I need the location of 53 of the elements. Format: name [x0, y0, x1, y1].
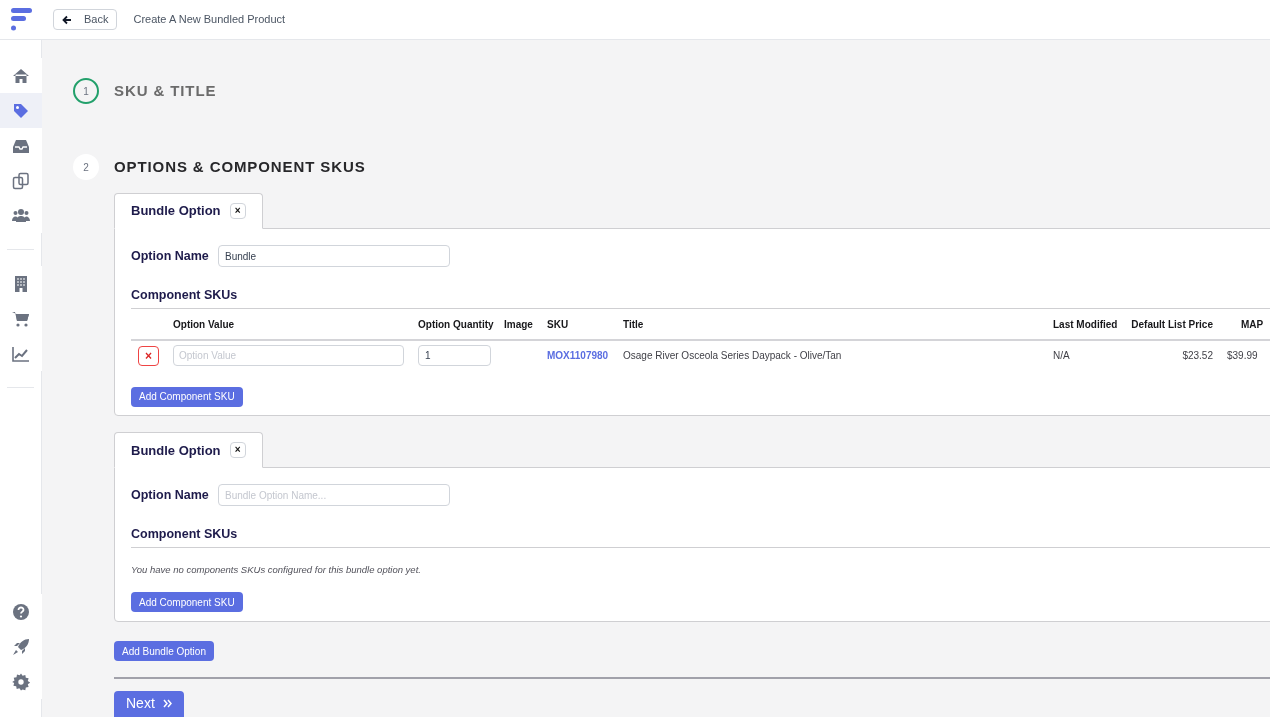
option-tab[interactable]: Bundle Option ×	[114, 432, 263, 469]
users-icon	[12, 206, 30, 225]
sku-link[interactable]: MOX1107980	[547, 348, 609, 364]
column-header: Image	[504, 317, 534, 332]
add-bundle-option-button[interactable]: Add Bundle Option	[114, 641, 214, 662]
column-header: Default List Price	[1130, 317, 1214, 332]
close-button[interactable]: ×	[229, 203, 246, 219]
empty-message: You have no components SKUs configured for this bundle option yet.	[131, 563, 422, 577]
step-title: SKU & TITLE	[114, 80, 217, 101]
copy-icon	[12, 171, 30, 190]
section-heading: Component SKUs	[131, 286, 1270, 309]
building-icon	[12, 274, 30, 293]
line-chart-icon	[12, 344, 30, 363]
table-cell-text: $23.52	[1182, 349, 1213, 364]
option-tab[interactable]: Bundle Option ×	[114, 193, 263, 229]
column-header: MAP	[1240, 317, 1265, 332]
column-header: Title	[623, 317, 645, 332]
column-header: Option Value	[173, 317, 236, 332]
table-cell-text: $39.99	[1227, 349, 1258, 364]
step-title: OPTIONS & COMPONENT SKUS	[114, 156, 366, 177]
add-component-button[interactable]: Add Component SKU	[131, 386, 243, 407]
tag-icon	[12, 101, 30, 120]
section-heading: Component SKUs	[131, 525, 1270, 548]
column-header: Last Modified	[1053, 317, 1119, 332]
option-name-field[interactable]: Bundle Option Name...	[218, 484, 450, 507]
home-icon	[12, 66, 30, 85]
tab-label: Bundle Option	[131, 441, 221, 460]
double-chevron-right-icon	[162, 699, 172, 709]
table-cell-text: Osage River Osceola Series Daypack - Olive/Tan	[623, 349, 842, 364]
help-icon	[12, 602, 30, 621]
field-label: Option Name	[131, 486, 210, 504]
arrow-left-icon	[62, 14, 72, 25]
quantity-field[interactable]: 1	[418, 345, 491, 367]
column-header: SKU	[547, 317, 570, 332]
option-name-field[interactable]: Bundle	[218, 245, 450, 267]
option-value-field[interactable]: Option Value	[173, 345, 404, 367]
back-button[interactable]: Back	[53, 9, 118, 30]
close-button[interactable]: ×	[229, 442, 246, 459]
add-component-button[interactable]: Add Component SKU	[131, 592, 243, 613]
settings-icon	[12, 672, 30, 691]
cart-icon	[12, 309, 30, 328]
column-header: Option Quantity	[418, 317, 495, 332]
step-number: 1	[73, 78, 99, 104]
remove-button[interactable]: ×	[138, 345, 159, 366]
rocket-icon	[12, 637, 30, 656]
table-cell-text: N/A	[1053, 349, 1070, 364]
next-button[interactable]: Next	[114, 690, 184, 717]
tab-label: Bundle Option	[131, 202, 221, 221]
field-label: Option Name	[131, 247, 210, 265]
step-number: 2	[73, 154, 99, 180]
sidebar-item[interactable]	[0, 93, 42, 128]
page-title: Create A New Bundled Product	[133, 12, 286, 28]
logo-icon	[9, 6, 33, 33]
